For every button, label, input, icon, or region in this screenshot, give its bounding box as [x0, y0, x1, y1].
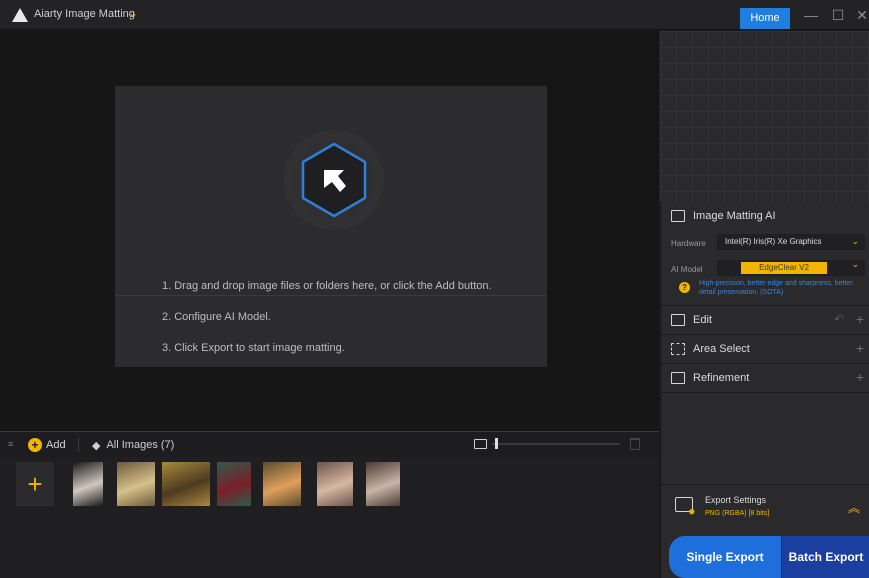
- add-button[interactable]: + Add: [28, 436, 66, 454]
- ai-model-select[interactable]: EdgeClear V2 ⌄: [717, 259, 865, 276]
- section-edit-label: Edit: [693, 314, 712, 326]
- settings-panel: Image Matting AI Hardware Intel(R) Iris(…: [660, 202, 869, 578]
- export-format: PNG (RGBA) [8 bits]: [705, 510, 770, 517]
- matting-ai-title: Image Matting AI: [693, 210, 776, 222]
- info-icon[interactable]: ?: [679, 282, 690, 293]
- hardware-select[interactable]: Intel(R) Iris(R) Xe Graphics ⌄: [717, 234, 865, 250]
- ai-model-value: EdgeClear V2: [741, 262, 827, 274]
- ai-model-label: AI Model: [671, 265, 703, 274]
- expand-plus-icon[interactable]: +: [856, 311, 864, 327]
- chevron-down-icon: ⌄: [851, 236, 859, 246]
- hardware-label: Hardware: [671, 239, 706, 248]
- undo-icon[interactable]: ↶: [834, 312, 844, 326]
- woman-roses-thumbnail[interactable]: [366, 462, 400, 506]
- add-circle-icon: +: [28, 438, 42, 452]
- upload-hexagon-icon[interactable]: [284, 126, 384, 234]
- expand-plus-icon[interactable]: +: [856, 369, 864, 385]
- refinement-icon: [671, 372, 685, 384]
- image-strip: +: [0, 457, 659, 578]
- edit-icon: [671, 314, 685, 326]
- instruction-step-2: 2. Configure AI Model.: [162, 311, 271, 323]
- hardware-value: Intel(R) Iris(R) Xe Graphics: [725, 237, 822, 246]
- woman-flowers-thumbnail[interactable]: [263, 462, 301, 506]
- jellyfish-person-thumbnail[interactable]: [73, 462, 103, 506]
- back-arrow-icon: ◆: [92, 439, 101, 452]
- slider-handle[interactable]: [494, 438, 498, 449]
- chevron-up-icon[interactable]: ︽: [848, 499, 860, 516]
- instruction-step-1: 1. Drag and drop image files or folders …: [162, 280, 492, 292]
- all-images-label: All Images (7): [106, 439, 175, 451]
- woman-blossoms-thumbnail[interactable]: [317, 462, 353, 506]
- app-title: Aiarty Image Matting: [34, 8, 135, 20]
- all-images-filter[interactable]: ◆ All Images (7): [92, 436, 174, 454]
- bicycle-thumbnail[interactable]: [162, 462, 210, 506]
- instruction-step-3: 3. Click Export to start image matting.: [162, 342, 345, 354]
- area-select-icon: [671, 343, 685, 355]
- thumbnail-size-slider[interactable]: [492, 443, 620, 445]
- thumbnail-size-icon: [474, 439, 487, 449]
- woman-red-dress-thumbnail[interactable]: [217, 462, 251, 506]
- maximize-icon[interactable]: ☐: [829, 7, 847, 24]
- delete-icon[interactable]: [630, 438, 640, 450]
- image-matting-icon: [671, 210, 685, 222]
- section-area-select-label: Area Select: [693, 343, 750, 355]
- drop-zone[interactable]: 1. Drag and drop image files or folders …: [115, 86, 547, 367]
- app-logo-icon: [12, 8, 28, 22]
- gear-icon: ✹: [688, 507, 696, 517]
- add-image-tile[interactable]: +: [16, 462, 54, 506]
- export-settings-title: Export Settings: [705, 495, 767, 505]
- section-area-select[interactable]: Area Select +: [661, 335, 869, 363]
- section-refinement-label: Refinement: [693, 372, 750, 384]
- title-bar: Aiarty Image Matting ⌄ Home — ☐ ✕: [0, 0, 869, 30]
- section-edit[interactable]: Edit ↶ +: [661, 306, 869, 334]
- export-settings[interactable]: ✹ Export Settings PNG (RGBA) [8 bits] ︽: [661, 484, 869, 530]
- single-export-button[interactable]: Single Export: [669, 536, 781, 578]
- app-menu-chevron-icon[interactable]: ⌄: [128, 6, 138, 20]
- panel-divider: [661, 392, 869, 393]
- collapse-strip-icon[interactable]: ≡: [8, 439, 13, 449]
- image-strip-toolbar: ≡ + Add ◆ All Images (7): [0, 431, 659, 457]
- matting-ai-header: Image Matting AI: [661, 202, 869, 230]
- birds-thumbnail[interactable]: [117, 462, 155, 506]
- home-button[interactable]: Home: [740, 8, 790, 29]
- preview-grid: [660, 31, 869, 202]
- drop-divider: [115, 295, 547, 296]
- expand-plus-icon[interactable]: +: [856, 340, 864, 356]
- add-label: Add: [46, 439, 66, 451]
- section-refinement[interactable]: Refinement +: [661, 364, 869, 392]
- batch-export-button[interactable]: Batch Export: [782, 536, 869, 578]
- main-canvas[interactable]: 1. Drag and drop image files or folders …: [0, 31, 659, 431]
- toolbar-separator: [78, 438, 79, 452]
- close-icon[interactable]: ✕: [853, 7, 869, 24]
- model-description: High-precision, better edge and sharpnes…: [699, 280, 853, 296]
- chevron-down-icon: ⌄: [851, 259, 859, 269]
- minimize-icon[interactable]: —: [802, 7, 820, 23]
